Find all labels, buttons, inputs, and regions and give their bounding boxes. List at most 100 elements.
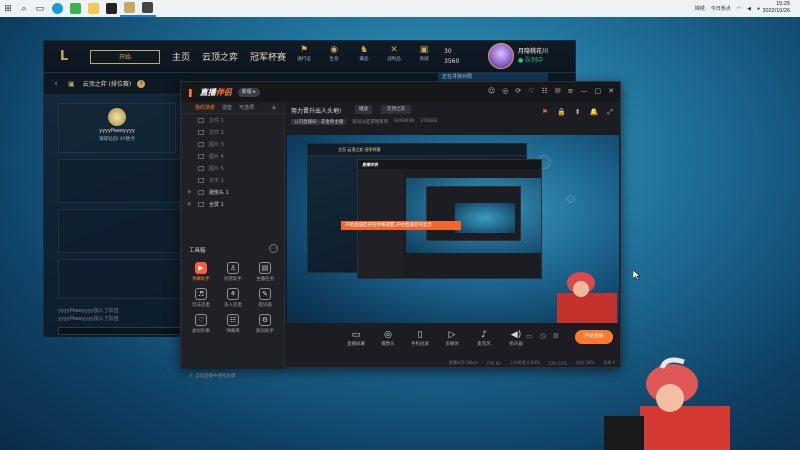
- tab-options[interactable]: 可选项: [239, 104, 254, 111]
- scene-item[interactable]: ◉ 摄像头 1: [181, 186, 284, 198]
- stream-preview[interactable]: 主页 云顶之弈 冠军杯赛 直播伴侣 开始直播后按钮弹幕提醒,开始直播后将显示: [287, 135, 619, 323]
- maximize-icon[interactable]: ▢: [595, 87, 602, 95]
- wechat-app-icon[interactable]: [66, 0, 84, 17]
- grid-icon[interactable]: ☷: [541, 87, 547, 95]
- tool-lyrics[interactable]: ⚙ 歌词助手: [249, 314, 281, 334]
- preview-banner: 开始直播后按钮弹幕提醒,开始直播后将显示: [341, 221, 461, 230]
- player-rank: 璀璨钻石I 4X胜点: [99, 137, 135, 142]
- tray-item[interactable]: 今日热点: [711, 5, 731, 12]
- add-scene-icon[interactable]: +: [271, 104, 277, 112]
- help-icon[interactable]: ?: [137, 79, 146, 88]
- avatar[interactable]: [488, 43, 514, 69]
- category-chip[interactable]: 播放: [355, 105, 372, 114]
- tab-mixer[interactable]: 混音: [222, 104, 232, 111]
- scene-item[interactable]: 图片 5: [181, 162, 284, 174]
- stream-title[interactable]: 努力晋升出人头地!: [291, 106, 341, 115]
- player-card[interactable]: yyyyPeeeyyyy 璀璨钻石I 4X胜点: [58, 103, 176, 153]
- media-button[interactable]: ▷ 多媒体: [439, 330, 465, 347]
- task-view-icon[interactable]: ▭: [32, 0, 48, 17]
- clock-date: 2022/10/26: [762, 8, 790, 14]
- lol-app-icon[interactable]: [120, 0, 138, 17]
- more-tools-icon[interactable]: ⋯: [269, 244, 278, 253]
- heart-icon[interactable]: ♡: [528, 87, 534, 95]
- tool-label: 歌词助手: [256, 329, 274, 334]
- volume-icon[interactable]: ◀: [747, 6, 751, 12]
- explorer-app-icon[interactable]: [84, 0, 102, 17]
- visibility-icon[interactable]: ◉: [187, 189, 193, 195]
- auth-notice[interactable]: ⓪ 当前直播中授权关键: [189, 373, 235, 379]
- tab-my-scenes[interactable]: 我的场景: [195, 104, 215, 111]
- tool-multi-link[interactable]: ⚘ 多人连麦: [217, 288, 249, 308]
- visibility-icon[interactable]: ◉: [187, 201, 193, 207]
- start-icon[interactable]: ⊞: [0, 0, 16, 17]
- edge-app-icon[interactable]: [48, 0, 66, 17]
- nav-home[interactable]: 主页: [172, 50, 190, 63]
- streaming-title-bar: ❚ 直播伴侣 新版 ▸ ☺ ◎ ⟳ ♡ ☷ ✉ ≡ — ▢ ✕: [181, 82, 620, 102]
- pen-icon: ✎: [259, 288, 271, 300]
- scene-item[interactable]: 图片 3: [181, 138, 284, 150]
- streamer-app-icon[interactable]: [138, 0, 156, 17]
- lol-top-bar: L 开始 主页 云顶之弈 冠军杯赛 ⚑ 通行证 ◉ 生涯 ♞ 藏品 ✕ 战利品 ▣ 商城 …: [44, 41, 575, 73]
- tiktok-app-icon[interactable]: [102, 0, 120, 17]
- tool-mic-link[interactable]: ♬ 玩法连麦: [185, 288, 217, 308]
- upload-icon[interactable]: ⬆: [575, 108, 581, 117]
- play-button[interactable]: 开始: [90, 49, 160, 64]
- tool-tasks[interactable]: ▤ 主播任务: [249, 262, 281, 282]
- app-logo: 直播伴侣: [199, 87, 232, 97]
- collection-icon[interactable]: ♞ 藏品: [354, 45, 374, 62]
- nav-tft[interactable]: 云顶之弈: [202, 50, 238, 63]
- mail-icon[interactable]: ✉: [555, 87, 561, 95]
- preview-lol-nav: 主页 云顶之弈 冠军杯赛: [308, 144, 526, 156]
- tool-avatar[interactable]: ♡ 虚拟形象: [185, 314, 217, 334]
- toolbox-title: 工具箱: [189, 248, 206, 254]
- notification-icon[interactable]: ●: [757, 6, 760, 12]
- bell-icon[interactable]: 🔔: [590, 108, 599, 117]
- store-icon[interactable]: ▣ 商城: [414, 45, 434, 62]
- wifi-icon[interactable]: ◠: [737, 6, 741, 12]
- tray-item[interactable]: 锦绣: [695, 5, 705, 12]
- player-avatar: [108, 108, 126, 126]
- tool-danmaku[interactable]: ▶ 弹幕助手: [185, 262, 217, 282]
- flag-icon[interactable]: ⚑: [542, 108, 548, 117]
- scene-item[interactable]: 图片 4: [181, 150, 284, 162]
- scene-item[interactable]: 文件 2: [181, 126, 284, 138]
- screen-capture-button[interactable]: ▭ 直播屏幕: [343, 330, 369, 347]
- game-chip[interactable]: 云顶之弈: [381, 105, 411, 114]
- pass-icon[interactable]: ⚑ 通行证: [294, 45, 314, 62]
- scene-item[interactable]: ◉ 全屏 1: [181, 198, 284, 210]
- currency-display[interactable]: 30 3560: [444, 47, 459, 67]
- control-label: 麦克风: [477, 341, 491, 347]
- tool-danmaku-lib[interactable]: ☷ 弹幕库: [217, 314, 249, 334]
- record-icon[interactable]: ▭: [526, 332, 533, 340]
- back-arrow-icon[interactable]: ‹: [44, 79, 68, 89]
- profile-icon[interactable]: ◉ 生涯: [324, 45, 344, 62]
- settings-icon[interactable]: ⚙: [553, 332, 559, 340]
- target-icon[interactable]: ◎: [502, 87, 508, 95]
- phone-cast-button[interactable]: ▯ 手机投屏: [407, 330, 433, 347]
- user-info[interactable]: 月隐桃花川 ● 队列中: [518, 47, 548, 65]
- refresh-icon[interactable]: ⟳: [515, 87, 521, 95]
- microphone-button[interactable]: ♪ 麦克风: [471, 330, 497, 347]
- timer-icon[interactable]: ◷: [540, 332, 546, 340]
- stream-sub-info: 公司直播间 · 非金牌主播 房间分区游戏系列 9293030 270332: [291, 119, 438, 125]
- tool-admin[interactable]: ♙ 房管助手: [217, 262, 249, 282]
- search-icon[interactable]: ⌕: [16, 0, 32, 17]
- nav-clash[interactable]: 冠军杯赛: [250, 50, 286, 63]
- menu-icon[interactable]: ≡: [568, 87, 574, 95]
- share-icon[interactable]: ⤢: [607, 108, 613, 117]
- go-live-button[interactable]: 开始直播: [575, 330, 613, 344]
- lock-icon[interactable]: 🔒: [557, 108, 566, 117]
- camera-button[interactable]: ◎ 摄像头: [375, 330, 401, 347]
- version-badge[interactable]: 新版 ▸: [237, 87, 260, 97]
- close-icon[interactable]: ✕: [608, 87, 614, 95]
- currency-bottom: 3560: [444, 58, 460, 65]
- scene-item[interactable]: 文件 1: [181, 114, 284, 126]
- user-avatar-icon[interactable]: ☺: [488, 87, 495, 95]
- tool-teleprompter[interactable]: ✎ 提词器: [249, 288, 281, 308]
- minimize-icon[interactable]: —: [581, 87, 588, 95]
- loot-icon[interactable]: ✕ 战利品: [384, 45, 404, 62]
- tool-label: 玩法连麦: [192, 303, 210, 308]
- clock[interactable]: 15:25 2022/10/26: [762, 1, 790, 15]
- scene-item[interactable]: 文字 1: [181, 174, 284, 186]
- group-icon: ⚘: [227, 288, 239, 300]
